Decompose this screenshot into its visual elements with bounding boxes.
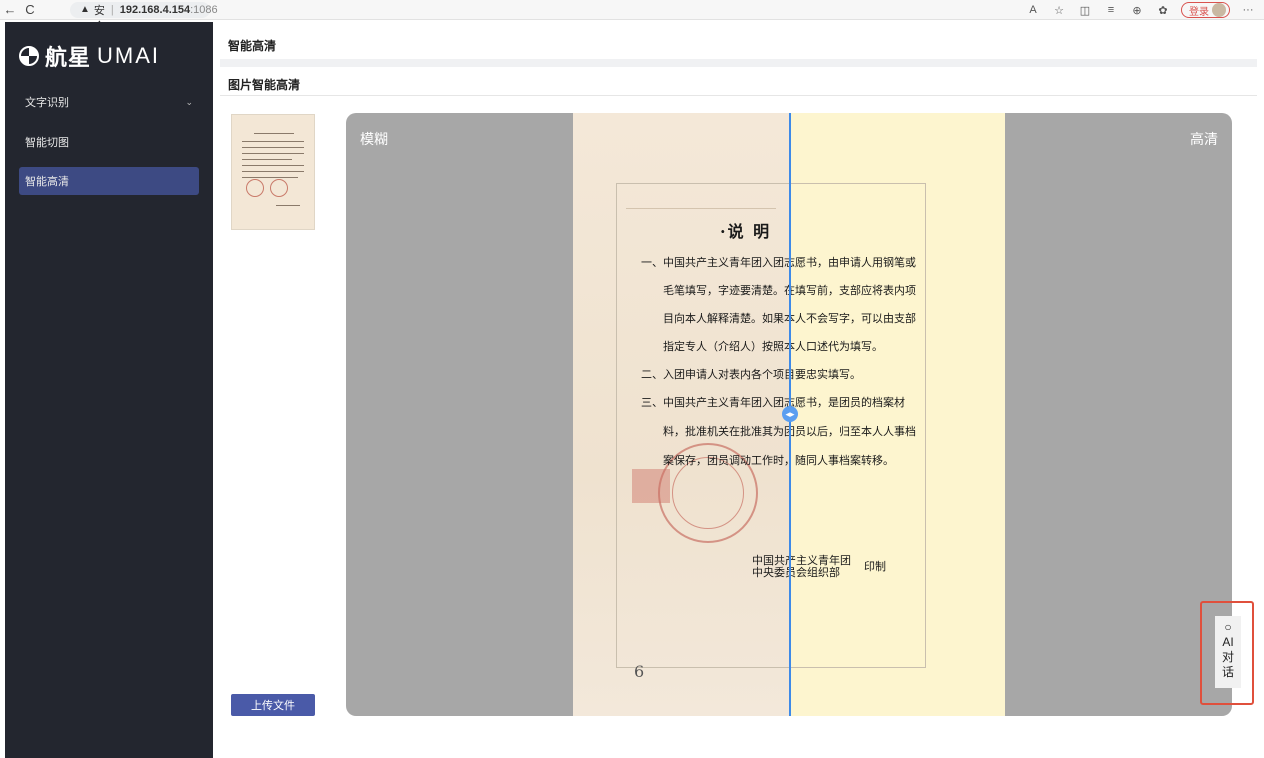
more-icon[interactable]: ···	[1240, 4, 1256, 16]
red-stamp-mark	[632, 469, 670, 503]
page-title: 智能高清	[228, 39, 277, 53]
thumb-line	[242, 141, 304, 142]
address-bar[interactable]: ▲ 不安全 | 192.168.4.154 :1086	[70, 0, 218, 33]
sidebar-item-label: 文字识别	[25, 97, 69, 109]
address-host: 192.168.4.154	[119, 3, 191, 16]
sidebar-item-smart-crop[interactable]: 智能切图	[19, 128, 199, 156]
thumb-line	[242, 171, 304, 172]
thumb-line	[276, 205, 300, 206]
document-heading: ·说 明	[720, 222, 772, 241]
blur-label: 模糊	[360, 131, 388, 147]
warning-icon: ▲	[80, 4, 90, 15]
sidebar: 航星 UMAI 文字识别 ⌄ 智能切图 智能高清	[5, 22, 213, 758]
document-line: 一、中国共产主义青年团入团志愿书，由申请人用钢笔或	[641, 256, 916, 269]
back-icon[interactable]: ←	[0, 0, 20, 20]
logo-cn-text: 航星	[45, 45, 92, 70]
document-line: 案保存，团员调动工作时，随同人事档案转移。	[663, 454, 894, 467]
collections-icon[interactable]: ⊕	[1129, 4, 1145, 17]
document-line: 指定专人（介绍人）按照本人口述代为填写。	[663, 340, 883, 353]
extensions-icon[interactable]: ✿	[1155, 4, 1171, 17]
compare-slider-handle[interactable]: ◂▸	[782, 406, 798, 422]
favorites-list-icon[interactable]: ≡	[1103, 4, 1119, 16]
avatar	[1212, 3, 1226, 17]
chevron-down-icon: ⌄	[185, 96, 193, 107]
thumb-line	[242, 147, 304, 148]
thumb-line	[242, 165, 304, 166]
sidebar-item-label: 智能高清	[25, 176, 69, 188]
document-print-label: 印制	[864, 560, 886, 573]
sidebar-item-text-recognition[interactable]: 文字识别 ⌄	[19, 88, 199, 116]
sidebar-item-smart-hd[interactable]: 智能高清	[19, 167, 199, 195]
document-org-line2: 中央委员会组织部	[752, 566, 840, 579]
sidebar-item-label: 智能切图	[25, 137, 69, 149]
ai-chat-button[interactable]: ○ AI对话	[1215, 616, 1241, 688]
favorite-star-icon[interactable]: ☆	[1051, 4, 1067, 17]
thumb-stamp	[270, 179, 288, 197]
thumb-line	[242, 177, 298, 178]
ai-chat-label: AI对话	[1221, 635, 1234, 679]
document-line: 三、中国共产主义青年团入团志愿书，是团员的档案材	[641, 396, 905, 409]
thumb-line	[242, 159, 292, 160]
chat-bubble-icon: ○	[1224, 620, 1232, 634]
address-separator: |	[110, 3, 114, 16]
hd-label: 高清	[1190, 131, 1218, 147]
logo-en-text: UMAI	[97, 43, 161, 68]
logo-icon	[19, 46, 39, 66]
login-label: 登录	[1189, 6, 1209, 18]
login-button[interactable]: 登录	[1181, 2, 1230, 18]
section-divider	[220, 95, 1257, 96]
split-screen-icon[interactable]: ◫	[1077, 4, 1093, 17]
document-line: 二、入团申请人对表内各个项目要忠实填写。	[641, 368, 861, 381]
thumb-stamp	[246, 179, 264, 197]
reload-icon[interactable]: C	[20, 0, 40, 20]
browser-actions: A ☆ ◫ ≡ ⊕ ✿ 登录 ···	[1025, 0, 1256, 20]
address-port: :1086	[190, 3, 218, 16]
upload-file-button[interactable]: 上传文件	[231, 694, 315, 716]
thumb-line	[242, 153, 304, 154]
browser-toolbar: ← C ▲ 不安全 | 192.168.4.154 :1086 A ☆ ◫ ≡ …	[0, 0, 1264, 33]
header-divider	[220, 59, 1257, 67]
read-aloud-icon[interactable]: A	[1025, 4, 1041, 16]
document-page-number: 6	[634, 662, 645, 681]
thumb-line	[254, 133, 294, 134]
section-title: 图片智能高清	[228, 78, 301, 92]
image-thumbnail[interactable]	[231, 114, 315, 230]
app-logo: 航星 UMAI	[19, 40, 160, 72]
